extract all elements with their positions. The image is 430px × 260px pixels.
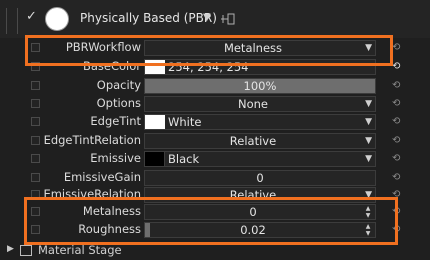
enabled-checkmark-icon[interactable]: ✓ [26, 9, 37, 24]
color-value: Black [168, 152, 200, 166]
row-checkbox[interactable] [31, 154, 40, 163]
emissive-field[interactable]: Black ▼ [144, 151, 376, 167]
property-label: Opacity [96, 78, 141, 92]
material-stage-label: Material Stage [38, 243, 122, 257]
property-row-options: Options None ▼ ⟲ [0, 95, 430, 113]
material-stage-row[interactable]: ▶ Material Stage [0, 241, 430, 260]
material-preview-swatch[interactable] [45, 7, 69, 31]
dropdown-value: Relative [229, 134, 277, 148]
reset-icon[interactable]: ⟲ [392, 116, 400, 128]
highlight-box-metalness-roughness [24, 197, 398, 245]
color-value: White [168, 115, 202, 129]
reset-icon[interactable]: ⟲ [392, 61, 400, 73]
chevron-down-icon: ▼ [365, 117, 372, 127]
emissive-swatch[interactable] [145, 152, 165, 166]
dropdown-value: None [237, 97, 268, 111]
slider-value: 100% [243, 79, 277, 93]
chevron-down-icon: ▼ [365, 136, 372, 146]
header-divider [17, 8, 18, 34]
row-checkbox[interactable] [31, 117, 40, 126]
edgetintrelation-dropdown[interactable]: Relative ▼ [144, 133, 376, 149]
property-row-edgetint: EdgeTint White ▼ ⟲ [0, 113, 430, 131]
chevron-right-icon[interactable]: ▶ [7, 244, 14, 254]
chevron-down-icon: ▼ [365, 154, 372, 164]
row-checkbox[interactable] [31, 99, 40, 108]
property-label: EmissiveGain [63, 170, 141, 184]
opacity-slider[interactable]: 100% [144, 78, 376, 94]
property-label: EdgeTint [90, 114, 141, 128]
edgetint-field[interactable]: White ▼ [144, 114, 376, 130]
slider-value: 0 [256, 171, 264, 185]
reset-icon[interactable]: ⟲ [392, 153, 400, 165]
chevron-down-icon: ▼ [365, 99, 372, 109]
connect-node-icon[interactable] [221, 13, 235, 25]
property-label: Options [96, 96, 141, 110]
row-checkbox[interactable] [31, 173, 40, 182]
reset-icon[interactable]: ⟲ [392, 172, 400, 184]
property-row-edgetintrelation: EdgeTintRelation Relative ▼ ⟲ [0, 132, 430, 150]
options-dropdown[interactable]: None ▼ [144, 96, 376, 112]
emissivegain-slider[interactable]: 0 [144, 170, 376, 186]
property-row-opacity: Opacity 100% ⟲ [0, 77, 430, 95]
property-label: EdgeTintRelation [43, 133, 141, 147]
reset-icon[interactable]: ⟲ [392, 98, 400, 110]
row-checkbox[interactable] [31, 81, 40, 90]
edgetint-swatch[interactable] [145, 115, 165, 129]
reset-icon[interactable]: ⟲ [392, 42, 400, 54]
material-header: ✓ Physically Based (PBR) ▼ [0, 0, 430, 38]
property-row-emissive: Emissive Black ▼ ⟲ [0, 150, 430, 168]
property-label: Emissive [90, 151, 141, 165]
material-type-title[interactable]: Physically Based (PBR) [80, 11, 217, 25]
header-divider [6, 8, 7, 34]
row-checkbox[interactable] [31, 136, 40, 145]
reset-icon[interactable]: ⟲ [392, 135, 400, 147]
chevron-down-icon[interactable]: ▼ [203, 12, 211, 23]
stage-icon [20, 245, 32, 256]
reset-icon[interactable]: ⟲ [392, 80, 400, 92]
highlight-box-pbrworkflow [25, 35, 393, 66]
property-row-emissivegain: EmissiveGain 0 ⟲ [0, 169, 430, 187]
